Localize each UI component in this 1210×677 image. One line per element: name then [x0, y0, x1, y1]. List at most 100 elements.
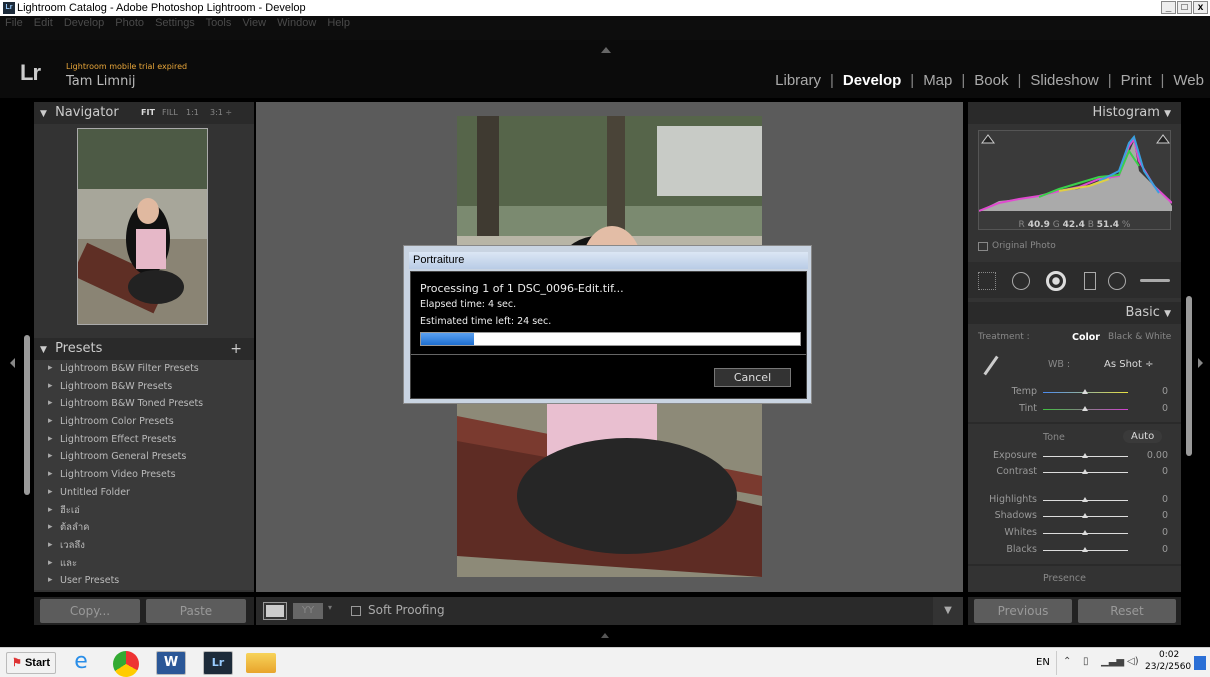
before-after-icon[interactable]: YY — [293, 603, 323, 619]
signal-icon[interactable]: ▁▃▅ — [1101, 656, 1124, 667]
preset-folder[interactable]: และ — [34, 554, 254, 573]
preset-folder[interactable]: User Presets — [34, 572, 254, 590]
whites-slider[interactable] — [1043, 530, 1128, 535]
preset-folder[interactable]: Lightroom General Presets — [34, 448, 254, 467]
menu-help[interactable]: Help — [327, 17, 350, 29]
word-icon[interactable]: W — [156, 651, 186, 675]
adjustment-brush-icon[interactable] — [1140, 279, 1170, 282]
basic-header[interactable]: Basic ▼ — [968, 302, 1181, 324]
wb-dropdown[interactable]: As Shot ÷ — [1104, 359, 1154, 370]
module-print[interactable]: Print — [1112, 72, 1161, 89]
previous-button[interactable]: Previous — [974, 599, 1072, 623]
zoom-fit[interactable]: FIT — [141, 102, 155, 124]
spot-removal-icon[interactable] — [1012, 272, 1030, 290]
shadows-value[interactable]: 0 — [1148, 510, 1168, 521]
highlights-value[interactable]: 0 — [1148, 494, 1168, 505]
treatment-bw[interactable]: Black & White — [1108, 332, 1171, 342]
internet-explorer-icon[interactable]: e — [66, 651, 96, 675]
histogram-header[interactable]: Histogram ▼ — [968, 102, 1181, 124]
show-desktop-button[interactable] — [1194, 656, 1206, 670]
left-panel-scrollbar[interactable] — [24, 335, 30, 495]
slider-thumb[interactable] — [1082, 530, 1088, 535]
module-slideshow[interactable]: Slideshow — [1021, 72, 1107, 89]
temp-slider[interactable] — [1043, 389, 1128, 394]
close-button[interactable]: x — [1193, 1, 1208, 14]
crop-tool-icon[interactable] — [978, 272, 996, 290]
reset-button[interactable]: Reset — [1078, 599, 1176, 623]
maximize-button[interactable]: □ — [1177, 1, 1192, 14]
slider-thumb[interactable] — [1082, 513, 1088, 518]
module-library[interactable]: Library — [766, 72, 830, 89]
preset-folder[interactable]: Lightroom Effect Presets — [34, 430, 254, 449]
collapse-left-panel-icon[interactable] — [10, 358, 15, 368]
menu-photo[interactable]: Photo — [115, 17, 144, 29]
volume-icon[interactable]: ◁) — [1127, 656, 1139, 667]
preset-folder[interactable]: Lightroom B&W Presets — [34, 377, 254, 396]
menu-edit[interactable]: Edit — [34, 17, 53, 29]
treatment-color[interactable]: Color — [1072, 332, 1100, 343]
tint-value[interactable]: 0 — [1148, 403, 1168, 414]
preset-folder[interactable]: Lightroom Video Presets — [34, 466, 254, 484]
menu-tools[interactable]: Tools — [206, 17, 232, 29]
blacks-slider[interactable] — [1043, 547, 1128, 552]
preset-folder[interactable]: ฮีะเอ่ — [34, 501, 254, 520]
before-after-dropdown-icon[interactable]: ▾ — [328, 603, 332, 612]
slider-thumb[interactable] — [1082, 497, 1088, 502]
whites-value[interactable]: 0 — [1148, 527, 1168, 538]
slider-thumb[interactable] — [1082, 406, 1088, 411]
menu-develop[interactable]: Develop — [64, 17, 104, 29]
toolbar-content-dropdown-icon[interactable]: ▼ — [933, 597, 963, 625]
highlights-slider[interactable] — [1043, 497, 1128, 502]
collapse-top-panel-icon[interactable] — [601, 47, 611, 53]
tint-slider[interactable] — [1043, 406, 1128, 411]
slider-thumb[interactable] — [1082, 547, 1088, 552]
right-panel-scrollbar[interactable] — [1186, 296, 1192, 456]
loupe-view-icon[interactable] — [263, 602, 287, 620]
original-photo-checkbox[interactable] — [978, 242, 988, 251]
file-explorer-icon[interactable] — [246, 653, 276, 673]
navigator-preview[interactable] — [77, 128, 208, 325]
module-develop[interactable]: Develop — [834, 72, 910, 89]
blacks-value[interactable]: 0 — [1148, 544, 1168, 555]
cancel-button[interactable]: Cancel — [714, 368, 791, 387]
lightroom-task-icon[interactable]: Lr — [203, 651, 233, 675]
preset-folder[interactable]: Lightroom B&W Toned Presets — [34, 395, 254, 414]
module-map[interactable]: Map — [914, 72, 961, 89]
menu-view[interactable]: View — [242, 17, 266, 29]
module-book[interactable]: Book — [965, 72, 1017, 89]
graduated-filter-icon[interactable] — [1084, 272, 1096, 290]
zoom-fill[interactable]: FILL — [162, 102, 178, 124]
add-preset-button[interactable]: + — [230, 338, 242, 360]
menu-file[interactable]: File — [5, 17, 23, 29]
paste-settings-button[interactable]: Paste — [146, 599, 246, 623]
red-eye-icon[interactable] — [1046, 271, 1066, 291]
show-hidden-icons-icon[interactable]: ⌃ — [1063, 656, 1071, 667]
start-button[interactable]: ⚑ Start — [6, 652, 56, 674]
copy-settings-button[interactable]: Copy... — [40, 599, 140, 623]
white-balance-eyedropper-icon[interactable] — [983, 355, 999, 376]
zoom-1-1[interactable]: 1:1 — [186, 102, 199, 124]
soft-proofing-checkbox[interactable] — [351, 606, 361, 616]
temp-value[interactable]: 0 — [1148, 386, 1168, 397]
minimize-button[interactable]: _ — [1161, 1, 1176, 14]
slider-thumb[interactable] — [1082, 389, 1088, 394]
presets-header[interactable]: ▼ Presets + — [34, 338, 254, 360]
clock-date[interactable]: 23/2/2560 — [1145, 662, 1191, 672]
menu-settings[interactable]: Settings — [155, 17, 195, 29]
radial-filter-icon[interactable] — [1108, 272, 1126, 290]
clock-time[interactable]: 0:02 — [1159, 650, 1179, 660]
exposure-slider[interactable] — [1043, 453, 1128, 458]
trial-notice[interactable]: Lightroom mobile trial expired — [66, 62, 187, 71]
menu-window[interactable]: Window — [277, 17, 316, 29]
slider-thumb[interactable] — [1082, 453, 1088, 458]
contrast-value[interactable]: 0 — [1148, 466, 1168, 477]
module-web[interactable]: Web — [1164, 72, 1204, 89]
collapse-filmstrip-icon[interactable] — [601, 633, 609, 638]
exposure-value[interactable]: 0.00 — [1143, 450, 1168, 461]
navigator-header[interactable]: ▼ Navigator FIT FILL 1:1 3:1 ÷ — [34, 102, 254, 124]
zoom-3-1[interactable]: 3:1 ÷ — [210, 102, 232, 124]
network-icon[interactable]: ▯ — [1083, 656, 1089, 667]
chrome-icon[interactable] — [113, 651, 139, 677]
language-indicator[interactable]: EN — [1036, 657, 1050, 668]
slider-thumb[interactable] — [1082, 469, 1088, 474]
